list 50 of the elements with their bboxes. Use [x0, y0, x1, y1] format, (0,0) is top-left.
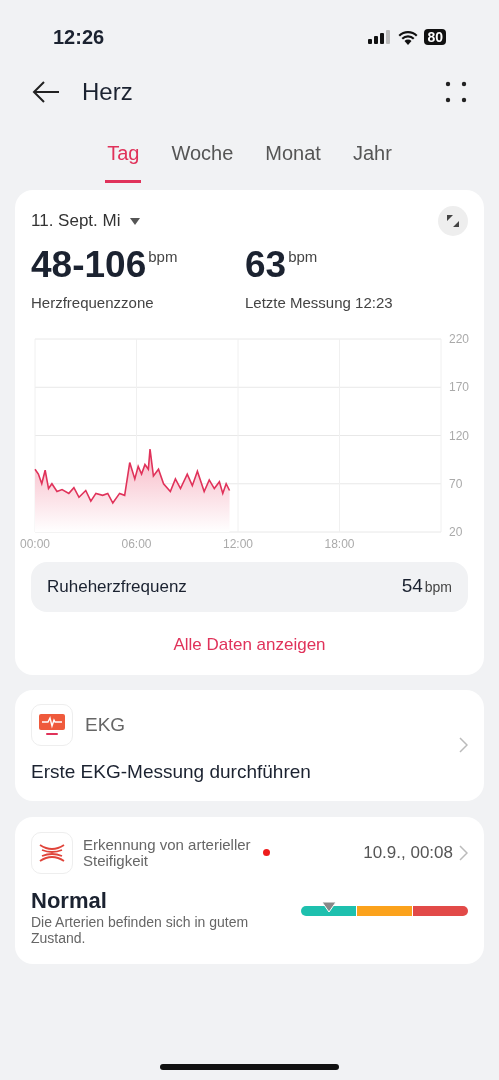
stat-value: 48-106: [31, 244, 147, 286]
measurement-time: 10.9., 00:08: [363, 841, 453, 864]
axis-label: 120: [449, 428, 470, 442]
expand-button[interactable]: [438, 206, 468, 236]
more-icon[interactable]: [445, 81, 467, 103]
back-icon[interactable]: [32, 81, 60, 103]
stat-label: Herzfrequenzzone: [31, 293, 155, 313]
expand-icon: [447, 215, 459, 227]
chevron-right-icon: [459, 844, 468, 861]
stat-label: Letzte Messung 12:23: [245, 293, 393, 313]
axis-label: 06:00: [121, 536, 152, 548]
period-tab[interactable]: Jahr: [350, 138, 394, 183]
signal-icon: [368, 30, 393, 44]
resting-rate-label: Ruheherzfrequenz: [47, 575, 187, 598]
high-range-segment: [413, 905, 468, 916]
status-time: 12:26: [53, 25, 105, 50]
unit-label: bpm: [148, 247, 178, 267]
ekg-card[interactable]: EKG Erste EKG-Messung durchführen: [15, 690, 484, 801]
page-title: Herz: [82, 77, 133, 107]
result-text: Normal: [31, 887, 108, 914]
period-tab[interactable]: Woche: [169, 138, 236, 183]
period-tab[interactable]: Tag: [105, 138, 142, 183]
axis-label: 220: [449, 332, 470, 346]
axis-label: 20: [449, 524, 463, 539]
resting-rate-value: 54bpm: [401, 574, 452, 599]
date-selector[interactable]: 11. Sept. Mi: [31, 208, 141, 234]
chevron-right-icon: [459, 737, 468, 754]
ekg-action-text: Erste EKG-Messung durchführen: [31, 760, 311, 784]
stat-value: 63: [245, 244, 287, 286]
caret-icon: [130, 217, 141, 225]
all-data-link[interactable]: Alle Daten anzeigen: [173, 631, 326, 657]
stiffness-card[interactable]: Erkennung von arterieller Steifigkeit 10.9., 00:08 Normal Die Arterien befinden sich in gutem Zustand.: [15, 816, 484, 964]
axis-label: 00:00: [20, 536, 50, 548]
level-marker-icon: [322, 901, 336, 912]
period-tab[interactable]: Monat: [263, 138, 323, 183]
artery-icon: [39, 842, 65, 863]
card-title: Erkennung von arterieller Steifigkeit: [83, 836, 252, 869]
result-description: Die Arterien befinden sich in gutem Zustand.: [31, 913, 250, 946]
axis-label: 170: [449, 379, 470, 394]
resting-rate-row[interactable]: Ruheherzfrequenz 54bpm: [31, 561, 468, 612]
axis-label: 70: [449, 476, 463, 491]
wifi-icon: [398, 29, 419, 45]
axis-label: 18:00: [324, 536, 355, 548]
card-title: EKG: [85, 712, 126, 737]
battery-indicator: 80: [424, 29, 446, 45]
ecg-monitor-icon: [39, 714, 65, 736]
unit-label: bpm: [288, 247, 318, 267]
normal-range-segment: [301, 905, 356, 916]
axis-label: 12:00: [223, 536, 253, 548]
medium-range-segment: [357, 905, 412, 916]
